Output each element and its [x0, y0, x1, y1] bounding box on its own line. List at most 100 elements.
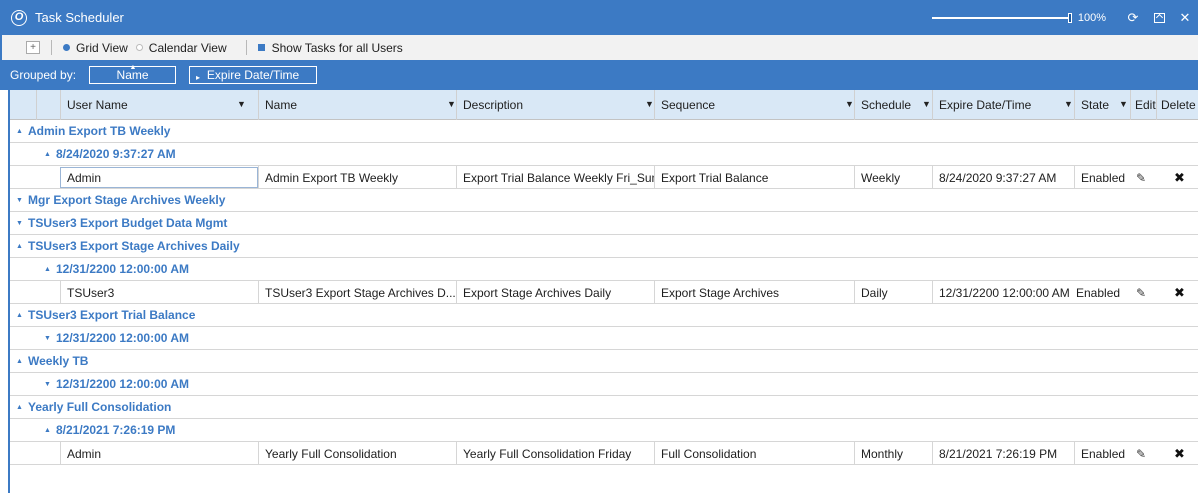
header-sequence[interactable]: Sequence ▼ [654, 90, 854, 120]
collapse-icon[interactable]: ▲ [16, 358, 28, 365]
cell-description: Yearly Full Consolidation Friday [456, 442, 654, 465]
group-name: Weekly TB [28, 354, 89, 368]
subgroup-row[interactable]: ▲ 8/21/2021 7:26:19 PM [10, 419, 1198, 442]
header-delete: Delete [1156, 90, 1198, 120]
cell-state: Enabled [1076, 285, 1121, 300]
group-row[interactable]: ▲ Weekly TB [10, 350, 1198, 373]
cell-name: Admin Export TB Weekly [258, 166, 456, 189]
cell-user[interactable]: Admin [60, 167, 258, 188]
task-grid: User Name ▼ Name ▼ Description ▼ Sequenc… [8, 90, 1198, 493]
delete-button[interactable]: ✖ [1156, 281, 1198, 304]
header-schedule[interactable]: Schedule ▼ [854, 90, 932, 120]
refresh-icon: ⟳ [1127, 9, 1139, 25]
restore-button[interactable] [1146, 7, 1172, 29]
close-button[interactable]: ✕ [1172, 7, 1198, 29]
collapse-icon[interactable]: ▲ [16, 312, 28, 319]
expand-icon[interactable]: ▼ [44, 335, 56, 342]
collapse-icon[interactable]: ▲ [44, 427, 56, 434]
table-row[interactable]: TSUser3 TSUser3 Export Stage Archives D.… [10, 281, 1198, 304]
collapse-icon[interactable]: ▲ [44, 266, 56, 273]
header-name-label: Name [265, 98, 298, 112]
table-row[interactable]: Admin Admin Export TB Weekly Export Tria… [10, 166, 1198, 189]
header-expire-date[interactable]: Expire Date/Time ▼ [932, 90, 1074, 120]
close-icon: ✕ [1179, 9, 1191, 25]
zoom-slider-thumb[interactable] [1067, 12, 1072, 23]
cell-state: Enabled [1074, 166, 1130, 189]
header-schedule-label: Schedule [861, 98, 912, 112]
cell-sequence: Export Trial Balance [654, 166, 854, 189]
group-name: TSUser3 Export Budget Data Mgmt [28, 216, 228, 230]
calendar-view-label: Calendar View [148, 40, 227, 55]
subgroup-row[interactable]: ▲ 8/24/2020 9:37:27 AM [10, 143, 1198, 166]
cell-sequence: Full Consolidation [654, 442, 854, 465]
table-row[interactable]: Admin Yearly Full Consolidation Yearly F… [10, 442, 1198, 465]
filter-icon[interactable]: ▼ [1119, 99, 1128, 109]
edit-button[interactable]: ✎ [1130, 442, 1156, 465]
header-edit-label: Edit [1135, 98, 1156, 112]
group-row[interactable]: ▲ TSUser3 Export Trial Balance [10, 304, 1198, 327]
restore-icon [1153, 12, 1165, 23]
header-name[interactable]: Name ▼ [258, 90, 456, 120]
calendar-view-radio[interactable]: Calendar View [135, 40, 227, 55]
header-state-label: State [1081, 98, 1110, 112]
filter-icon[interactable]: ▼ [447, 99, 456, 109]
delete-button[interactable]: ✖ [1156, 442, 1198, 465]
header-spacer [36, 90, 60, 120]
group-chip-name[interactable]: ▲ Name [89, 64, 177, 84]
header-user-name[interactable]: User Name ▼ [60, 90, 258, 120]
grid-view-radio[interactable]: Grid View [63, 41, 128, 55]
header-description-label: Description [463, 98, 524, 112]
filter-icon[interactable]: ▼ [237, 99, 246, 109]
header-state[interactable]: State ▼ [1074, 90, 1130, 120]
filter-icon[interactable]: ▼ [922, 99, 931, 109]
edit-button[interactable]: ✎ [1130, 166, 1156, 189]
cell-user[interactable]: TSUser3 [60, 281, 258, 304]
header-sequence-label: Sequence [661, 98, 716, 112]
subgroup-row[interactable]: ▲ 12/31/2200 12:00:00 AM [10, 258, 1198, 281]
collapse-icon[interactable]: ▲ [44, 151, 56, 158]
collapse-icon[interactable]: ▲ [16, 128, 28, 135]
cell-user[interactable]: Admin [60, 442, 258, 465]
group-row[interactable]: ▼ TSUser3 Export Budget Data Mgmt [10, 212, 1198, 235]
grid-header-row: User Name ▼ Name ▼ Description ▼ Sequenc… [10, 90, 1198, 120]
expand-icon[interactable]: ▼ [16, 220, 28, 227]
cell-sequence: Export Stage Archives [654, 281, 854, 304]
group-row[interactable]: ▲ TSUser3 Export Stage Archives Daily [10, 235, 1198, 258]
header-delete-label: Delete [1161, 98, 1196, 112]
plus-icon: + [30, 42, 36, 53]
delete-button[interactable]: ✖ [1156, 166, 1198, 189]
subgroup-date: 8/21/2021 7:26:19 PM [56, 423, 176, 437]
subgroup-row[interactable]: ▼ 12/31/2200 12:00:00 AM [10, 373, 1198, 396]
refresh-button[interactable]: ⟳ [1120, 7, 1146, 29]
show-tasks-all-users-checkbox[interactable]: Show Tasks for all Users [257, 41, 403, 55]
group-row[interactable]: ▲ Admin Export TB Weekly [10, 120, 1198, 143]
header-description[interactable]: Description ▼ [456, 90, 654, 120]
header-expire-date-label: Expire Date/Time [939, 98, 1032, 112]
filter-icon[interactable]: ▼ [1064, 99, 1073, 109]
group-chip-label: Expire Date/Time [206, 68, 300, 82]
pencil-icon: ✎ [1136, 170, 1147, 185]
group-name: Admin Export TB Weekly [28, 124, 171, 138]
window-title: Task Scheduler [35, 10, 124, 25]
filter-icon[interactable]: ▼ [845, 99, 854, 109]
group-row[interactable]: ▼ Mgr Export Stage Archives Weekly [10, 189, 1198, 212]
expand-icon[interactable]: ▼ [44, 381, 56, 388]
group-chip-expire-date[interactable]: Expire Date/Time [189, 66, 318, 84]
expand-all-button[interactable]: + [26, 41, 40, 54]
radio-unselected-icon [135, 44, 143, 51]
edit-button[interactable]: ✎ [1130, 281, 1156, 304]
cell-description: Export Stage Archives Daily [456, 281, 654, 304]
expand-icon[interactable]: ▼ [16, 197, 28, 204]
zoom-slider[interactable] [931, 12, 1072, 24]
collapse-icon[interactable]: ▲ [16, 404, 28, 411]
group-by-bar: Grouped by: ▲ Name ▸ Expire Date/Time [0, 60, 1198, 90]
collapse-icon[interactable]: ▲ [16, 243, 28, 250]
filter-icon[interactable]: ▼ [645, 99, 654, 109]
cell-state: Enabled [1074, 442, 1130, 465]
title-bar: O Task Scheduler 100% ⟳ ✕ [0, 0, 1198, 35]
header-spacer [10, 90, 36, 120]
group-name: Mgr Export Stage Archives Weekly [28, 193, 226, 207]
subgroup-row[interactable]: ▼ 12/31/2200 12:00:00 AM [10, 327, 1198, 350]
group-row[interactable]: ▲ Yearly Full Consolidation [10, 396, 1198, 419]
toolbar: + Grid View Calendar View Show Tasks for… [0, 35, 1198, 60]
